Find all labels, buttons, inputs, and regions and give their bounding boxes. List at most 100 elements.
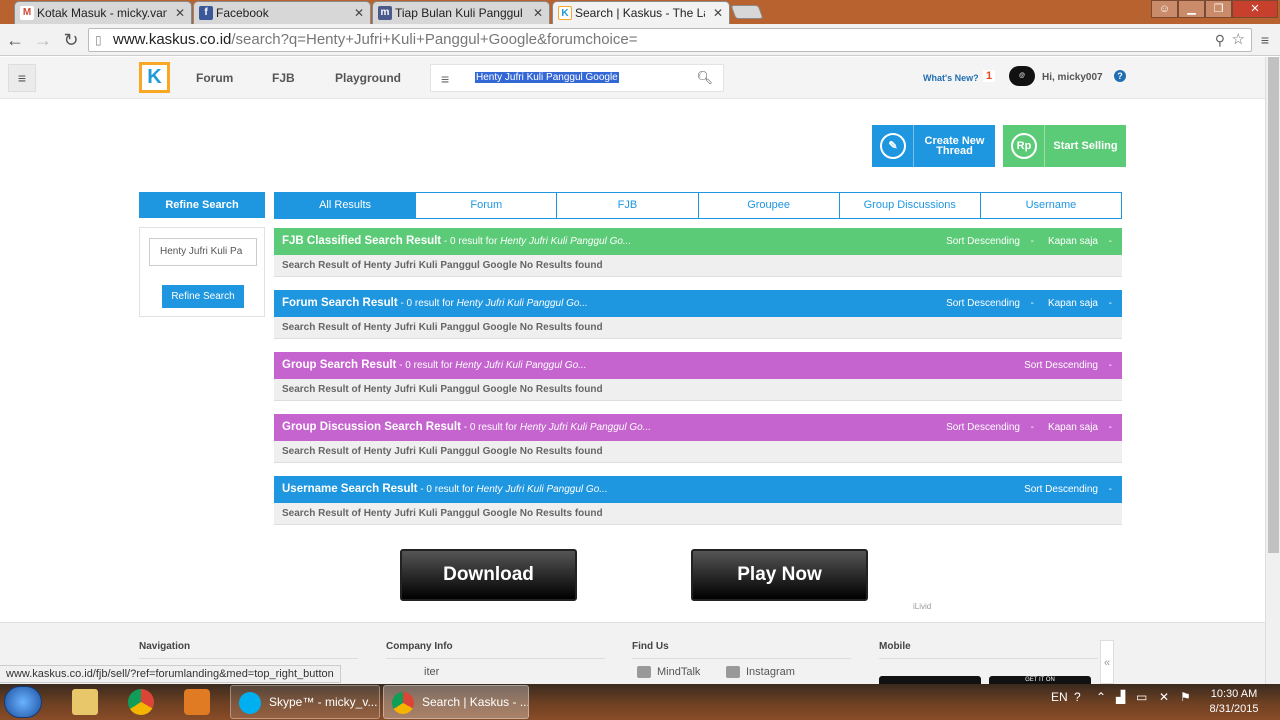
time-filter-dropdown[interactable]: Kapan saja — [1048, 228, 1098, 255]
start-button[interactable] — [4, 686, 42, 718]
result-body: Search Result of Henty Jufri Kuli Panggu… — [274, 503, 1122, 525]
nav-playground[interactable]: Playground — [335, 71, 401, 85]
volume-muted-icon[interactable]: ✕ — [1159, 690, 1169, 704]
tab-forum[interactable]: Forum — [416, 193, 558, 218]
nav-forum[interactable]: Forum — [196, 71, 233, 85]
sort-dropdown[interactable]: Sort Descending — [1024, 352, 1098, 379]
dropdown-icon[interactable]: - — [1031, 414, 1034, 441]
tab-kaskus-search[interactable]: K Search | Kaskus - The Larg ✕ — [552, 1, 730, 24]
dropdown-icon[interactable]: - — [1109, 476, 1112, 503]
search-input[interactable]: Henty Jufri Kuli Panggul Google — [475, 72, 619, 83]
tab-gmail[interactable]: M Kotak Masuk - micky.vanz ✕ — [14, 1, 192, 24]
tab-username[interactable]: Username — [980, 193, 1122, 218]
chrome-taskbar-icon[interactable] — [116, 686, 166, 718]
refine-search-button[interactable]: Refine Search — [162, 285, 244, 308]
footer-instagram-link[interactable]: Instagram — [726, 666, 795, 679]
close-icon[interactable]: ✕ — [354, 2, 364, 24]
collapse-footer-icon[interactable]: « — [1100, 640, 1114, 684]
site-header: ≡ K Forum FJB Playground ≡ Henty Jufri K… — [0, 57, 1265, 99]
scrollbar-thumb[interactable] — [1268, 57, 1279, 553]
forward-icon[interactable]: → — [32, 29, 54, 51]
group-result-section: Group Search Result - 0 result for Henty… — [274, 352, 1122, 401]
chrome-taskbar-window[interactable]: Search | Kaskus - ... — [383, 685, 529, 719]
hamburger-menu-icon[interactable]: ≡ — [8, 64, 36, 92]
avatar[interactable]: @ — [1009, 66, 1035, 86]
new-tab-button[interactable] — [730, 5, 764, 19]
display-icon[interactable]: ▭ — [1136, 690, 1147, 704]
help-icon[interactable]: ? — [1114, 70, 1126, 82]
time-filter-dropdown[interactable]: Kapan saja — [1048, 414, 1098, 441]
explorer-taskbar-icon[interactable] — [60, 686, 110, 718]
close-icon[interactable]: ✕ — [713, 2, 723, 24]
sort-dropdown[interactable]: Sort Descending — [946, 414, 1020, 441]
sort-dropdown[interactable]: Sort Descending — [1024, 476, 1098, 503]
sort-dropdown[interactable]: Sort Descending — [946, 228, 1020, 255]
search-icon[interactable]: 🔍︎ — [696, 70, 713, 86]
page-scrollbar[interactable] — [1265, 57, 1280, 684]
search-category-icon[interactable]: ≡ — [441, 71, 449, 87]
dropdown-icon[interactable]: - — [1031, 228, 1034, 255]
tab-title: Search | Kaskus - The Larg — [575, 6, 705, 20]
media-player-taskbar-icon[interactable] — [172, 686, 222, 718]
google-play-badge[interactable]: GET IT ON — [989, 676, 1091, 684]
result-query: Henty Jufri Kuli Panggul Go... — [500, 236, 632, 247]
tab-title: Facebook — [216, 6, 269, 20]
dropdown-icon[interactable]: - — [1109, 352, 1112, 379]
user-greeting[interactable]: Hi, micky007 — [1042, 72, 1103, 83]
tab-fjb[interactable]: FJB — [557, 193, 699, 218]
play-now-ad-button[interactable]: Play Now — [691, 549, 868, 601]
network-icon[interactable]: ▟ — [1116, 690, 1125, 704]
footer-mindtalk-link[interactable]: MindTalk — [637, 666, 701, 679]
dropdown-icon[interactable]: - — [1109, 290, 1112, 317]
mindtalk-label: MindTalk — [657, 666, 701, 678]
nav-fjb[interactable]: FJB — [272, 71, 295, 85]
result-body: Search Result of Henty Jufri Kuli Panggu… — [274, 255, 1122, 277]
tab-tiap-bulan[interactable]: m Tiap Bulan Kuli Panggul L ✕ — [372, 1, 550, 24]
taskbar-window-title: Search | Kaskus - ... — [422, 695, 529, 709]
tab-all-results[interactable]: All Results — [275, 193, 417, 218]
tab-group-discussions[interactable]: Group Discussions — [839, 193, 981, 218]
app-store-badge[interactable] — [879, 676, 981, 684]
start-selling-button[interactable]: Rp Start Selling — [1003, 125, 1126, 167]
dropdown-icon[interactable]: - — [1031, 290, 1034, 317]
notification-badge[interactable]: 1 — [983, 70, 995, 82]
help-tray-icon[interactable]: ? — [1074, 690, 1081, 704]
sort-dropdown[interactable]: Sort Descending — [946, 290, 1020, 317]
minimize-icon[interactable]: ▁ — [1178, 0, 1205, 18]
result-count: - 0 result for — [397, 298, 457, 309]
result-query: Henty Jufri Kuli Panggul Go... — [519, 422, 652, 433]
kaskus-icon: K — [558, 6, 572, 20]
result-header: Group Search Result - 0 result for Henty… — [274, 352, 1122, 379]
star-icon[interactable]: ☆ — [1232, 29, 1245, 51]
whats-new-link[interactable]: What's New? — [923, 73, 979, 83]
menu-icon[interactable]: ≡ — [1255, 29, 1275, 51]
close-icon[interactable]: ✕ — [175, 2, 185, 24]
footer-company-link[interactable]: iter — [424, 666, 439, 678]
address-bar[interactable]: ▯ www.kaskus.co.id/search?q=Henty+Jufri+… — [88, 28, 1252, 52]
tray-expand-icon[interactable]: ⌃ — [1096, 690, 1106, 704]
close-window-icon[interactable]: ✕ — [1232, 0, 1278, 18]
flag-icon[interactable]: ⚑ — [1180, 690, 1191, 704]
skype-taskbar-window[interactable]: Skype™ - micky_v... — [230, 685, 380, 719]
time-filter-dropdown[interactable]: Kapan saja — [1048, 290, 1098, 317]
close-icon[interactable]: ✕ — [533, 2, 543, 24]
reload-icon[interactable]: ↻ — [60, 29, 82, 51]
tab-groupee[interactable]: Groupee — [698, 193, 840, 218]
refine-search-input[interactable]: Henty Jufri Kuli Pa — [149, 238, 257, 266]
maximize-icon[interactable]: ❐ — [1205, 0, 1232, 18]
download-ad-button[interactable]: Download — [400, 549, 577, 601]
dropdown-icon[interactable]: - — [1109, 414, 1112, 441]
header-search[interactable]: ≡ Henty Jufri Kuli Panggul Google 🔍︎ — [430, 64, 724, 92]
tab-facebook[interactable]: f Facebook ✕ — [193, 1, 371, 24]
language-indicator[interactable]: EN — [1051, 690, 1068, 704]
dropdown-icon[interactable]: - — [1109, 228, 1112, 255]
result-header: Username Search Result - 0 result for He… — [274, 476, 1122, 503]
user-icon[interactable]: ☺ — [1151, 0, 1178, 18]
zoom-icon[interactable]: ⚲ — [1215, 29, 1225, 51]
create-thread-button[interactable]: ✎ Create New Thread — [872, 125, 995, 167]
taskbar-clock[interactable]: 10:30 AM 8/31/2015 — [1204, 687, 1264, 717]
result-header: Forum Search Result - 0 result for Henty… — [274, 290, 1122, 317]
kaskus-logo[interactable]: K — [139, 62, 170, 93]
result-body: Search Result of Henty Jufri Kuli Panggu… — [274, 317, 1122, 339]
back-icon[interactable]: ← — [4, 29, 26, 51]
